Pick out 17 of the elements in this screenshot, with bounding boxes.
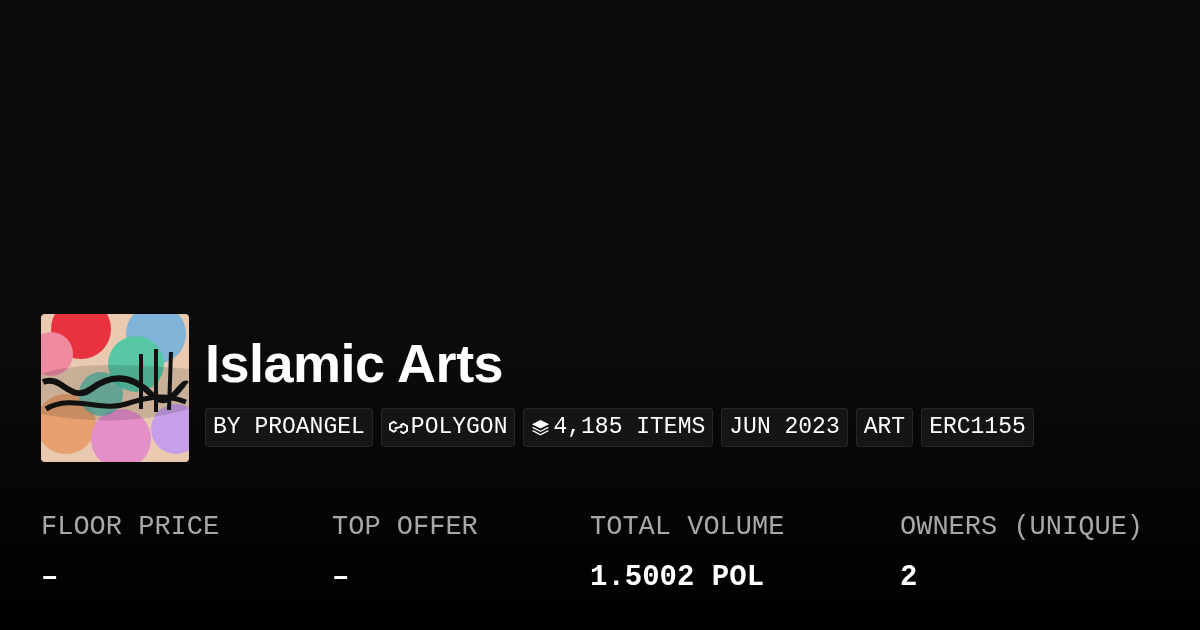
stat-label: TOP OFFER: [332, 514, 479, 541]
stat-value: –: [41, 563, 60, 592]
stat-value: 2: [900, 563, 919, 592]
stat-label: TOTAL VOLUME: [590, 514, 786, 541]
tag: ERC1155: [921, 408, 1034, 447]
stat-label: FLOOR PRICE: [41, 514, 221, 541]
tag: JUN 2023: [721, 408, 848, 447]
tag-label: 4,185 ITEMS: [553, 416, 706, 439]
tag: ART: [855, 408, 914, 447]
stat-value: –: [332, 563, 351, 592]
stat-value: 1.5002 POL: [590, 563, 766, 592]
stat-label: OWNERS (UNIQUE): [900, 514, 1144, 541]
layers-icon: [531, 418, 551, 437]
tag: BY PROANGEL: [205, 408, 373, 447]
link-icon: [388, 418, 408, 437]
collection-title: Islamic Arts: [205, 336, 505, 390]
tag-label: POLYGON: [410, 416, 508, 439]
